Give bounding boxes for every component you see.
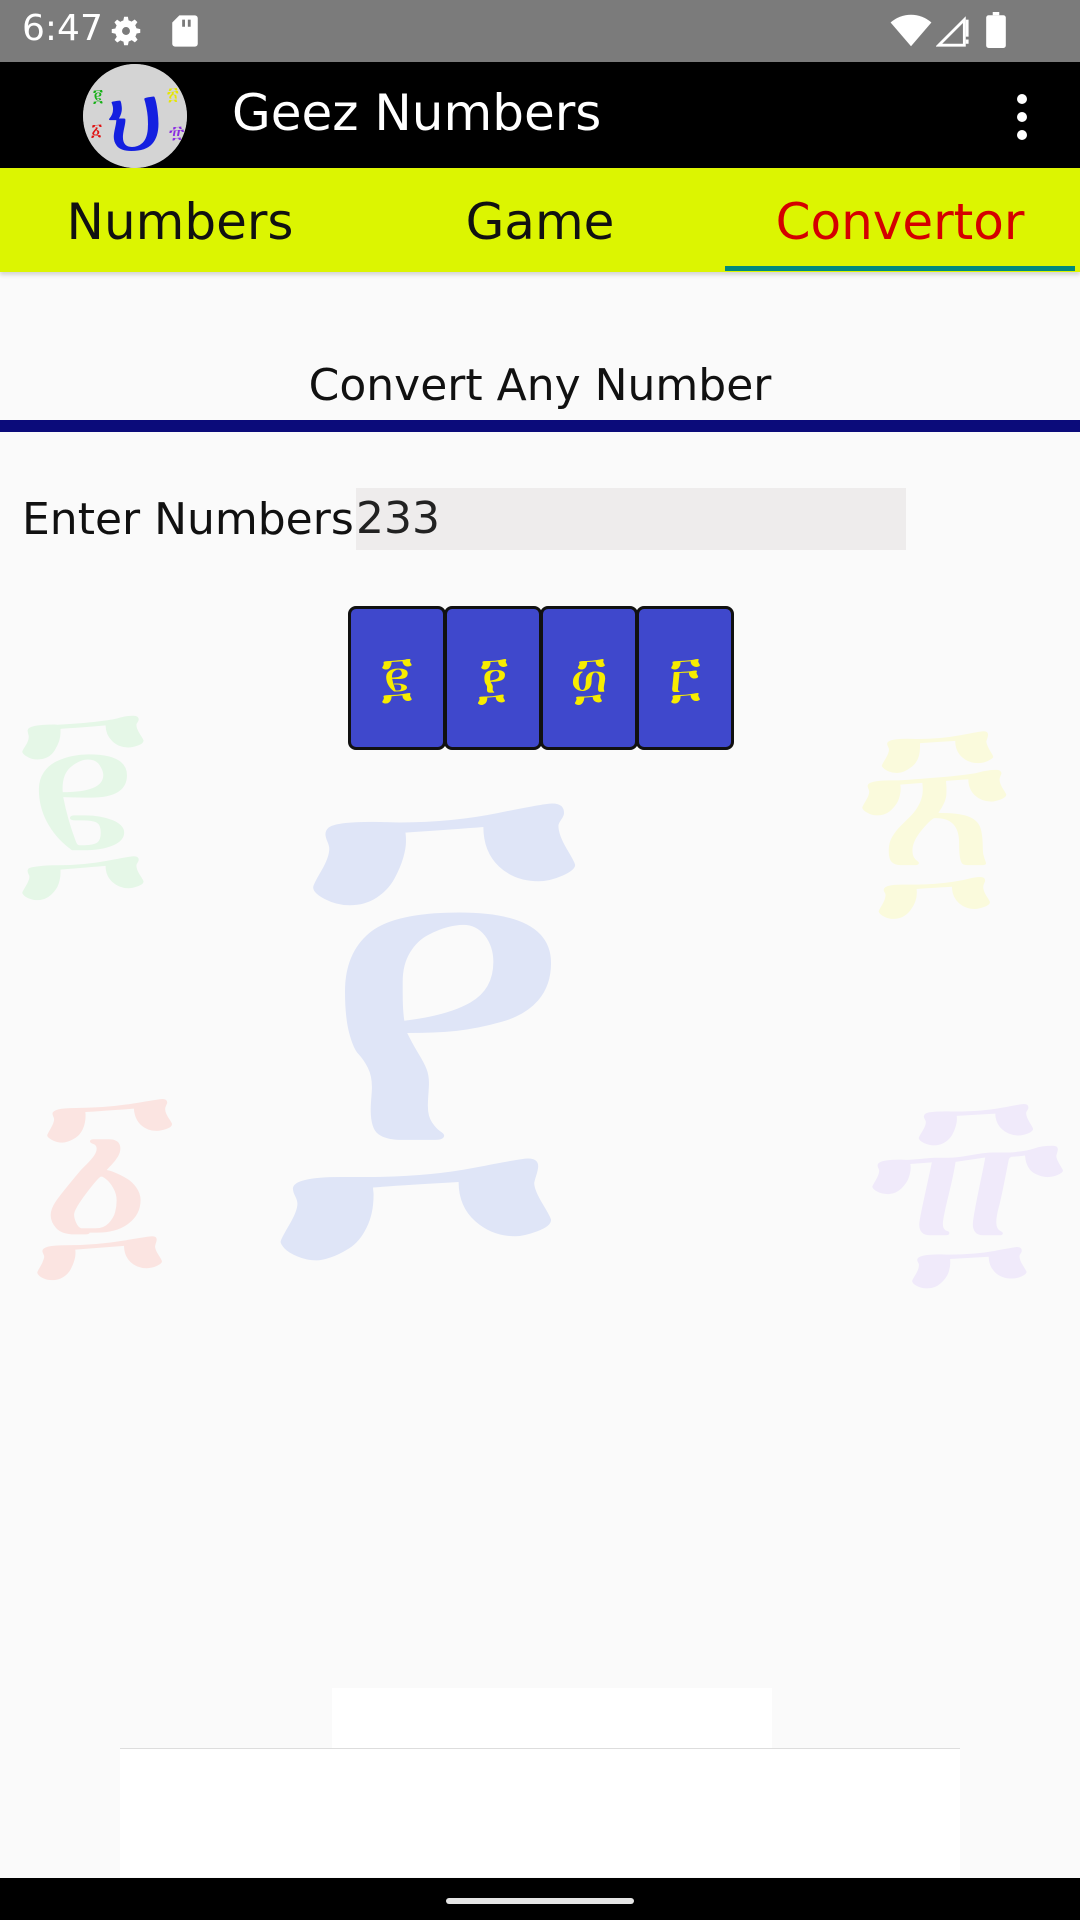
tab-game[interactable]: Game — [360, 168, 720, 272]
watermark-bottom-right: ፹ — [870, 1041, 1066, 1308]
watermark-top-right: ፳ — [860, 671, 1009, 938]
watermark-top-left: ፪ — [20, 656, 146, 923]
svg-text:፹: ፹ — [169, 122, 185, 143]
number-input[interactable]: 233 — [356, 488, 906, 550]
watermark-bottom-left: ፩ — [35, 1036, 177, 1303]
status-bar: 6:47 — [0, 0, 1080, 62]
app-title: Geez Numbers — [232, 84, 602, 142]
watermark-center: ፻ — [275, 654, 587, 1306]
navigation-bar — [0, 1878, 1080, 1920]
tab-indicator — [725, 266, 1075, 271]
app-logo: ህ ፪ ፳ ፩ ፹ — [83, 64, 187, 168]
result-tile: ፪ — [348, 606, 446, 750]
svg-text:፪: ፪ — [93, 86, 103, 107]
sd-card-icon — [172, 15, 198, 47]
wifi-icon — [890, 14, 932, 47]
section-title: Convert Any Number — [308, 360, 772, 411]
battery-icon — [986, 12, 1006, 48]
ad-banner-top — [332, 1688, 772, 1748]
app-bar: ህ ፪ ፳ ፩ ፹ Geez Numbers — [0, 62, 1080, 168]
signal-icon — [936, 16, 969, 47]
svg-text:፩: ፩ — [91, 120, 102, 141]
home-gesture-handle[interactable] — [446, 1898, 634, 1904]
divider — [0, 420, 1080, 432]
gear-icon — [111, 16, 141, 46]
ad-banner[interactable] — [120, 1748, 960, 1877]
tab-numbers[interactable]: Numbers — [0, 168, 360, 272]
tab-convertor[interactable]: Convertor — [720, 168, 1080, 272]
status-time: 6:47 — [22, 8, 103, 49]
result-tile: ፴ — [540, 606, 638, 750]
input-label: Enter Numbers : — [22, 494, 383, 545]
tab-bar: Numbers Game Convertor — [0, 168, 1080, 272]
app-logo-image: ህ ፪ ፳ ፩ ፹ — [83, 64, 187, 168]
result-tile: ፫ — [636, 606, 734, 750]
result-tile: ፻ — [444, 606, 542, 750]
svg-text:ህ: ህ — [107, 68, 163, 168]
svg-text:፳: ፳ — [167, 84, 179, 105]
overflow-menu-icon[interactable] — [1000, 90, 1044, 144]
